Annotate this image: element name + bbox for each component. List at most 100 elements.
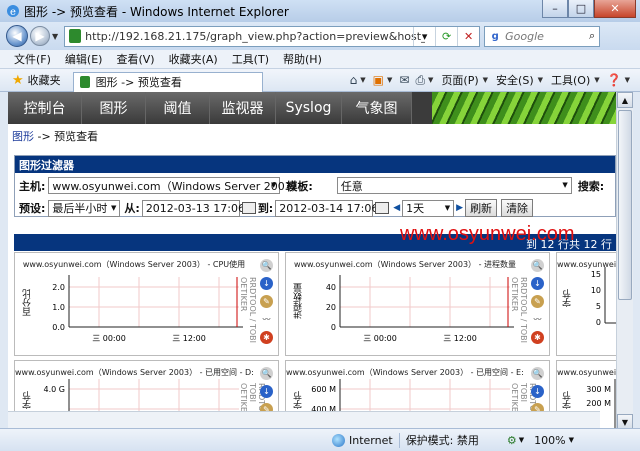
graph-image[interactable]: 40 20 0 三 00:00 三 12:00 xyxy=(310,273,524,355)
download-icon[interactable]: ↓ xyxy=(531,277,544,290)
protected-mode[interactable]: 保护模式: 禁用 xyxy=(406,432,479,448)
preset-select[interactable]: 最后半小时 ▼ xyxy=(48,199,121,217)
tab-monitor[interactable]: 监视器 xyxy=(210,92,276,124)
scroll-thumb[interactable] xyxy=(618,110,632,300)
from-date-input[interactable]: 2012-03-13 17:06 xyxy=(141,199,245,217)
y-tick: 300 M xyxy=(586,385,611,394)
favorites-star-icon[interactable]: ★ xyxy=(12,73,24,88)
tools-menu[interactable]: 工具(O) xyxy=(551,72,590,88)
stop-icon[interactable]: ✕ xyxy=(457,26,479,46)
horizontal-scrollbar[interactable] xyxy=(8,411,600,428)
download-icon[interactable]: ↓ xyxy=(260,277,273,290)
help-dropdown-icon[interactable]: ▼ xyxy=(625,76,630,84)
calendar-icon[interactable] xyxy=(241,202,256,214)
history-dropdown-icon[interactable]: ▼ xyxy=(52,32,58,41)
menu-help[interactable]: 帮助(H) xyxy=(283,51,322,67)
zoom-level[interactable]: 100% xyxy=(534,434,565,447)
clear-button[interactable]: 清除 xyxy=(501,199,534,217)
template-select[interactable]: 任意 ▼ xyxy=(336,177,572,194)
refresh-icon[interactable]: ⟳ xyxy=(435,26,457,46)
home-icon[interactable]: ⌂ xyxy=(350,73,358,87)
edit-icon[interactable]: ✎ xyxy=(531,295,544,308)
menu-file[interactable]: 文件(F) xyxy=(14,51,51,67)
watermark: www.osyunwei.com xyxy=(400,223,575,245)
shift-right-icon[interactable]: ▶ xyxy=(456,203,463,213)
safety-menu[interactable]: 安全(S) xyxy=(496,72,534,88)
help-icon[interactable]: ❓ xyxy=(607,73,622,87)
back-button[interactable]: ◀ xyxy=(6,25,28,47)
graph-image[interactable]: 15 10 5 0 xyxy=(571,267,616,337)
tools-dropdown-icon[interactable]: ▼ xyxy=(594,76,599,84)
title-bar: e 图形 -> 预览查看 - Windows Internet Explorer… xyxy=(0,0,640,22)
zoom-icon[interactable]: 🔍 xyxy=(531,259,544,272)
zoom-dropdown-icon[interactable]: ▼ xyxy=(519,436,524,444)
address-bar[interactable]: http://192.168.21.175/graph_view.php?act… xyxy=(64,25,481,47)
menu-favorites[interactable]: 收藏夹(A) xyxy=(169,51,218,67)
feeds-icon[interactable]: ▣ xyxy=(373,73,384,87)
maximize-button[interactable]: □ xyxy=(568,0,594,18)
browser-tab[interactable]: 图形 -> 预览查看 xyxy=(72,71,263,92)
to-date-input[interactable]: 2012-03-14 17:06 xyxy=(275,199,378,217)
home-dropdown-icon[interactable]: ▼ xyxy=(360,76,365,84)
download-icon[interactable]: ↓ xyxy=(260,385,273,398)
breadcrumb-graphs-link[interactable]: 图形 xyxy=(12,130,34,143)
search-label: 搜索: xyxy=(577,179,605,193)
page-dropdown-icon[interactable]: ▼ xyxy=(483,76,488,84)
settings-icon[interactable]: ✱ xyxy=(531,331,544,344)
menu-edit[interactable]: 编辑(E) xyxy=(65,51,103,67)
zoom-settings-icon[interactable]: ⚙ xyxy=(507,434,517,447)
tab-favicon-icon xyxy=(79,76,90,88)
tab-console[interactable]: 控制台 xyxy=(8,92,82,124)
safety-dropdown-icon[interactable]: ▼ xyxy=(538,76,543,84)
zoom-icon[interactable]: 🔍 xyxy=(260,259,273,272)
tab-graphs[interactable]: 图形 xyxy=(82,92,146,124)
zoom-level-dropdown-icon[interactable]: ▼ xyxy=(569,436,574,444)
graph-ylabel: 进程数量 xyxy=(294,283,304,319)
address-url[interactable]: http://192.168.21.175/graph_view.php?act… xyxy=(85,30,425,43)
menu-view[interactable]: 查看(V) xyxy=(116,51,154,67)
print-dropdown-icon[interactable]: ▼ xyxy=(428,76,433,84)
graph-side-text: RRDTOOL / TOBI OETIKER xyxy=(510,277,528,344)
search-input[interactable]: Google xyxy=(505,30,544,43)
separator xyxy=(398,432,400,448)
tab-syslog[interactable]: Syslog xyxy=(276,92,342,124)
timespan-select[interactable]: 1天 ▼ xyxy=(402,199,455,217)
graph-title: www.osyunwei.com（Windows Server 2003） - … xyxy=(293,260,517,269)
shift-left-icon[interactable]: ◀ xyxy=(393,203,400,213)
search-box[interactable]: g Google ⌕ xyxy=(484,25,601,47)
close-button[interactable]: ✕ xyxy=(594,0,636,18)
edit-icon[interactable]: ✎ xyxy=(260,295,273,308)
print-icon[interactable]: ⎙ xyxy=(415,73,425,88)
forward-button[interactable]: ▶ xyxy=(30,26,50,46)
tab-thresholds[interactable]: 阈值 xyxy=(146,92,210,124)
vertical-scrollbar[interactable]: ▲ ▼ xyxy=(616,92,633,430)
scroll-up-icon[interactable]: ▲ xyxy=(617,92,633,108)
feeds-dropdown-icon[interactable]: ▼ xyxy=(387,76,392,84)
zoom-icon[interactable]: 🔍 xyxy=(260,367,273,380)
settings-icon[interactable]: ✱ xyxy=(260,331,273,344)
address-dropdown-icon[interactable]: ▾ xyxy=(413,26,435,46)
realtime-icon[interactable]: 〰 xyxy=(531,313,544,326)
menu-tools[interactable]: 工具(T) xyxy=(232,51,269,67)
mail-icon[interactable]: ✉ xyxy=(399,73,409,87)
y-tick: 40 xyxy=(326,283,336,292)
refresh-button[interactable]: 刷新 xyxy=(465,199,498,217)
graph-cell: www.osyunwei.com（Windows Server 2003） - … xyxy=(285,252,550,356)
zoom-icon[interactable]: 🔍 xyxy=(531,367,544,380)
calendar-icon[interactable] xyxy=(375,202,390,214)
search-icon[interactable]: ⌕ xyxy=(589,29,595,43)
host-label: 主机: xyxy=(19,179,46,193)
minimize-button[interactable]: – xyxy=(542,0,568,18)
from-label: 从: xyxy=(124,202,140,215)
tab-weathermap[interactable]: 气象图 xyxy=(342,92,412,124)
download-icon[interactable]: ↓ xyxy=(531,385,544,398)
page-menu[interactable]: 页面(P) xyxy=(441,72,478,88)
top-navigation: 控制台 图形 阈值 监视器 Syslog 气象图 xyxy=(8,92,616,124)
graph-actions: 🔍 ↓ ✎ 〰 ✱ xyxy=(260,259,274,349)
breadcrumb-current: -> 预览查看 xyxy=(34,130,99,143)
favorites-button[interactable]: 收藏夹 xyxy=(28,72,61,88)
graph-image[interactable]: 2.0 1.0 0.0 三 00:00 三 12:00 xyxy=(39,273,253,355)
graph-title: www.osyunwei.com（Windows Server 2003） - … xyxy=(15,368,253,377)
host-select[interactable]: www.osyunwei.com（Windows Server 2003） ▼ xyxy=(48,177,303,194)
realtime-icon[interactable]: 〰 xyxy=(260,313,273,326)
